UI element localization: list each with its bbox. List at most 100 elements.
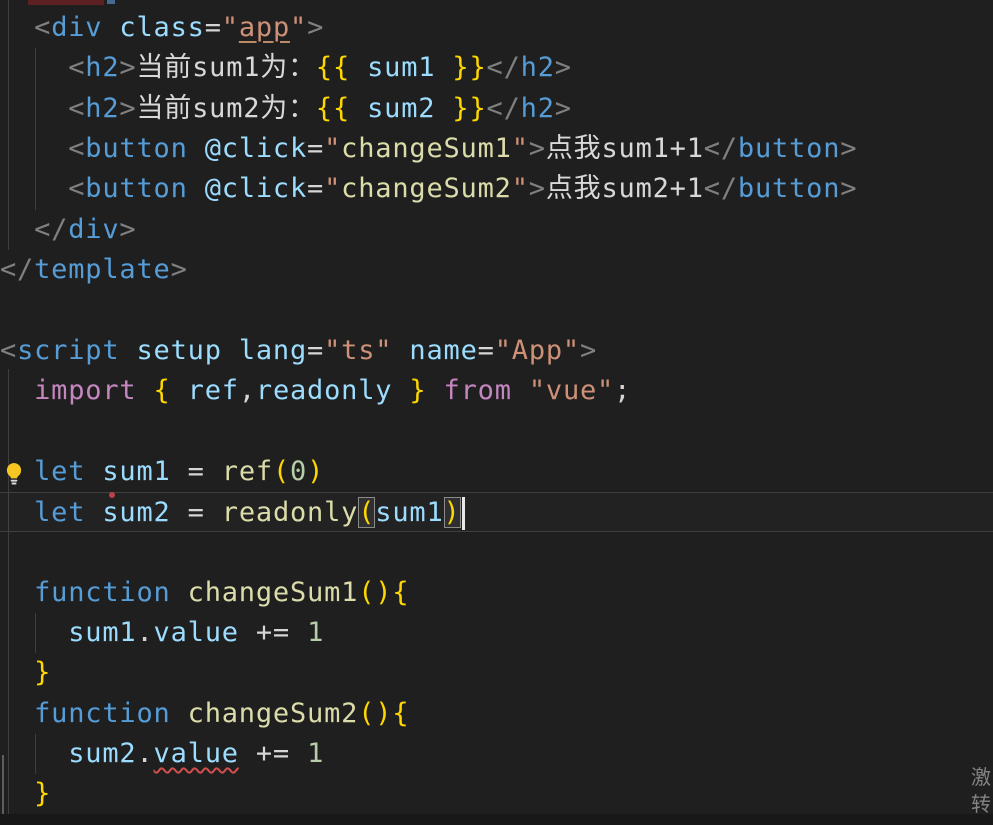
code-line[interactable]: </div> xyxy=(0,210,993,250)
code-line[interactable] xyxy=(0,290,993,330)
code-token: button xyxy=(737,173,841,205)
code-token: import xyxy=(34,374,137,406)
code-line[interactable]: <h2>当前sum1为：{{ sum1 }}</h2> xyxy=(0,48,993,88)
code-token: , xyxy=(238,374,256,406)
code-line[interactable]: } xyxy=(0,774,993,814)
code-line[interactable]: let sum1 = ref(0) xyxy=(0,452,993,492)
code-token: "vue" xyxy=(528,374,615,406)
code-token: div xyxy=(68,213,120,245)
code-token: lang xyxy=(238,334,308,366)
code-line[interactable]: function changeSum1(){ xyxy=(0,573,993,613)
code-token: script xyxy=(17,334,120,366)
code-line[interactable] xyxy=(0,532,993,572)
code-token: div xyxy=(51,12,103,43)
code-line[interactable]: sum2.value += 1 xyxy=(0,734,993,774)
code-token: < xyxy=(68,132,86,164)
clipped-line-artifact-blue xyxy=(107,0,115,4)
code-token: 1 xyxy=(307,616,325,648)
code-token: } xyxy=(34,657,52,689)
code-token: ( xyxy=(272,455,291,487)
code-token: ) xyxy=(375,576,393,608)
text-cursor xyxy=(461,496,465,530)
watermark-char: 转 xyxy=(971,792,991,816)
code-token: }} xyxy=(452,52,487,84)
code-line[interactable]: <button @click="changeSum1">点我sum1+1</bu… xyxy=(0,129,993,169)
code-token: 当前sum2为： xyxy=(136,92,316,124)
code-line[interactable]: <div class="app"> xyxy=(0,8,993,48)
code-token: </ xyxy=(703,173,738,205)
code-token: {{ xyxy=(315,52,351,84)
code-token: h2 xyxy=(85,52,120,84)
code-token: > xyxy=(307,12,325,43)
code-token: 点我sum2+1 xyxy=(545,173,704,205)
code-token: function xyxy=(34,697,171,729)
code-token: { xyxy=(153,374,171,406)
code-token: = xyxy=(187,455,205,487)
code-line[interactable]: function changeSum2(){ xyxy=(0,694,993,734)
code-token: sum2 xyxy=(102,496,171,528)
code-line[interactable]: } xyxy=(0,653,993,693)
code-token: = xyxy=(187,496,205,528)
code-token: changeSum2 xyxy=(341,173,512,205)
code-token: ; xyxy=(614,374,632,406)
code-lines: <div class="app"> <h2>当前sum1为：{{ sum1 }}… xyxy=(0,8,993,815)
code-line[interactable] xyxy=(0,411,993,451)
code-token: value xyxy=(153,616,239,648)
code-editor[interactable]: <div class="app"> <h2>当前sum1为：{{ sum1 }}… xyxy=(0,0,993,825)
code-token: h2 xyxy=(520,52,555,84)
code-token: button xyxy=(85,173,188,205)
code-line-current[interactable]: let sum2 = readonly(sum1) xyxy=(0,491,993,533)
code-token: </ xyxy=(0,253,35,285)
code-line[interactable]: <button @click="changeSum2">点我sum2+1</bu… xyxy=(0,169,993,209)
code-token: = xyxy=(204,12,222,43)
code-token: " xyxy=(221,12,239,43)
code-line[interactable]: sum1.value += 1 xyxy=(0,613,993,653)
code-token: ) xyxy=(375,697,393,729)
code-line[interactable]: </template> xyxy=(0,250,993,290)
editor-bottom-edge xyxy=(0,814,993,825)
code-token: += xyxy=(255,737,290,769)
code-token: function xyxy=(34,576,171,608)
code-token: < xyxy=(68,52,86,84)
code-token: sum1 xyxy=(367,52,436,84)
code-token: ref xyxy=(221,455,273,487)
code-token: 1 xyxy=(307,737,325,769)
code-line[interactable]: import { ref,readonly } from "vue"; xyxy=(0,371,993,411)
code-token: { xyxy=(392,576,410,608)
code-token: let xyxy=(34,496,86,528)
code-token: "ts" xyxy=(324,334,393,366)
code-token: h2 xyxy=(85,92,120,124)
code-token: " xyxy=(324,173,342,205)
code-token: h2 xyxy=(520,92,555,124)
code-token: < xyxy=(68,173,86,205)
code-token: } xyxy=(409,374,427,406)
code-token: = xyxy=(307,132,325,164)
code-line[interactable]: <script setup lang="ts" name="App"> xyxy=(0,331,993,371)
code-token: }} xyxy=(452,92,487,124)
code-token: template xyxy=(34,253,171,285)
code-token: < xyxy=(68,92,86,124)
lightbulb-icon[interactable] xyxy=(2,459,26,485)
code-token: sum1 xyxy=(375,496,444,528)
code-line[interactable]: <h2>当前sum2为：{{ sum2 }}</h2> xyxy=(0,89,993,129)
